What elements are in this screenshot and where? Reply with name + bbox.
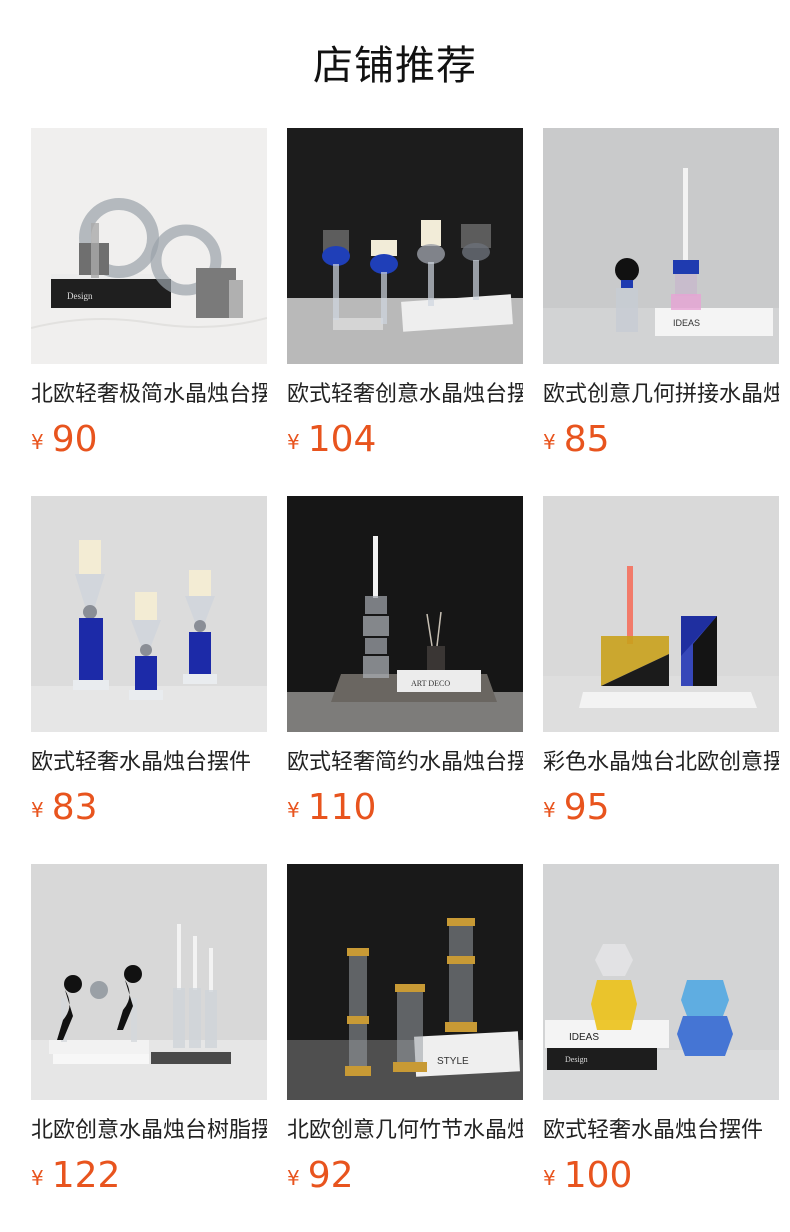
product-image[interactable] [287, 128, 523, 364]
product-card[interactable]: 北欧创意水晶烛台树脂摆件 ¥122 [31, 864, 267, 1232]
product-card[interactable]: STYLE 北欧创意几何竹节水晶烛台 ¥92 [287, 864, 523, 1232]
product-name[interactable]: 欧式轻奢水晶烛台摆件 [543, 1114, 779, 1148]
svg-text:ART DECO: ART DECO [411, 679, 450, 688]
svg-text:IDEAS: IDEAS [673, 318, 700, 328]
product-card[interactable]: IDEAS Design 欧式轻奢水晶烛台摆件 ¥100 [543, 864, 779, 1232]
product-image[interactable]: STYLE [287, 864, 523, 1100]
price-value: 95 [563, 787, 610, 828]
product-image[interactable]: Design [31, 128, 267, 364]
price-value: 92 [307, 1155, 354, 1196]
product-price: ¥104 [287, 418, 523, 462]
currency-symbol: ¥ [287, 798, 300, 822]
price-value: 85 [563, 419, 610, 460]
product-price: ¥90 [31, 418, 267, 462]
product-name[interactable]: 北欧创意水晶烛台树脂摆件 [31, 1114, 267, 1148]
currency-symbol: ¥ [287, 1166, 300, 1190]
product-image[interactable] [31, 496, 267, 732]
currency-symbol: ¥ [543, 798, 556, 822]
currency-symbol: ¥ [543, 430, 556, 454]
product-name[interactable]: 欧式创意几何拼接水晶烛台 [543, 378, 779, 412]
product-name[interactable]: 北欧创意几何竹节水晶烛台 [287, 1114, 523, 1148]
product-image[interactable]: ART DECO [287, 496, 523, 732]
product-price: ¥122 [31, 1154, 267, 1198]
product-name[interactable]: 欧式轻奢简约水晶烛台摆件 [287, 746, 523, 780]
product-card[interactable]: ART DECO 欧式轻奢简约水晶烛台摆件 ¥110 [287, 496, 523, 864]
product-price: ¥85 [543, 418, 779, 462]
currency-symbol: ¥ [31, 798, 44, 822]
svg-text:Design: Design [565, 1055, 588, 1064]
product-card[interactable]: 欧式轻奢创意水晶烛台摆件 ¥104 [287, 128, 523, 496]
currency-symbol: ¥ [543, 1166, 556, 1190]
product-card[interactable]: Design 北欧轻奢极简水晶烛台摆件 ¥90 [31, 128, 267, 496]
price-value: 104 [307, 419, 377, 460]
product-card[interactable]: 欧式轻奢水晶烛台摆件 ¥83 [31, 496, 267, 864]
price-value: 100 [563, 1155, 633, 1196]
product-price: ¥92 [287, 1154, 523, 1198]
currency-symbol: ¥ [287, 430, 300, 454]
product-name[interactable]: 彩色水晶烛台北欧创意摆件 [543, 746, 779, 780]
product-price: ¥100 [543, 1154, 779, 1198]
product-image[interactable] [543, 496, 779, 732]
price-value: 110 [307, 787, 377, 828]
product-grid: Design 北欧轻奢极简水晶烛台摆件 ¥90 [31, 128, 779, 1232]
product-name[interactable]: 欧式轻奢水晶烛台摆件 [31, 746, 267, 780]
product-price: ¥110 [287, 786, 523, 830]
product-name[interactable]: 北欧轻奢极简水晶烛台摆件 [31, 378, 267, 412]
svg-text:Design: Design [67, 291, 93, 301]
currency-symbol: ¥ [31, 1166, 44, 1190]
product-image[interactable]: IDEAS Design [543, 864, 779, 1100]
product-card[interactable]: IDEAS 欧式创意几何拼接水晶烛台 ¥85 [543, 128, 779, 496]
price-value: 83 [51, 787, 98, 828]
price-value: 122 [51, 1155, 121, 1196]
product-price: ¥83 [31, 786, 267, 830]
product-price: ¥95 [543, 786, 779, 830]
price-value: 90 [51, 419, 98, 460]
product-name[interactable]: 欧式轻奢创意水晶烛台摆件 [287, 378, 523, 412]
svg-text:IDEAS: IDEAS [569, 1032, 599, 1043]
product-image[interactable] [31, 864, 267, 1100]
currency-symbol: ¥ [31, 430, 44, 454]
svg-text:STYLE: STYLE [437, 1056, 469, 1067]
page-title: 店铺推荐 [313, 43, 477, 89]
product-card[interactable]: 彩色水晶烛台北欧创意摆件 ¥95 [543, 496, 779, 864]
product-image[interactable]: IDEAS [543, 128, 779, 364]
